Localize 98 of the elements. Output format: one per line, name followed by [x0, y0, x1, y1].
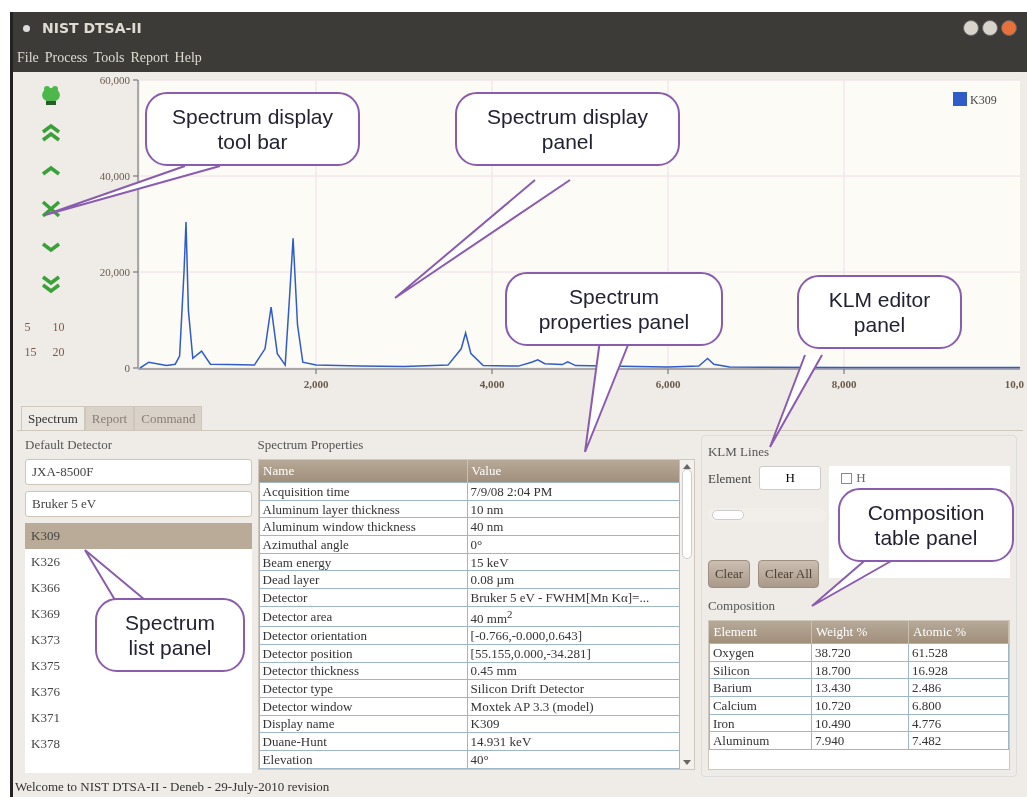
table-cell: Moxtek AP 3.3 (model) — [467, 697, 680, 716]
table-cell: 15 keV — [467, 553, 680, 571]
table-cell: 10 nm — [467, 500, 680, 518]
table-cell: K309 — [467, 715, 680, 733]
menu-item[interactable]: Tools — [93, 50, 125, 66]
element-label: Element — [707, 470, 752, 487]
spectrum-list-item[interactable]: K309 — [25, 523, 252, 549]
table-cell: 40 nm — [467, 517, 680, 536]
element-field[interactable]: H — [759, 466, 822, 490]
x-tick-label: 6,000 — [655, 378, 681, 390]
table-cell: Detector orientation — [259, 626, 468, 645]
table-cell: Calcium — [709, 696, 812, 715]
menu-item[interactable]: Report — [130, 50, 169, 66]
y-tick-label: 20,000 — [99, 266, 130, 278]
table-cell: 2.486 — [908, 678, 1009, 697]
table-cell: Display name — [259, 715, 468, 733]
table-cell: Iron — [709, 714, 812, 732]
table-cell: 40° — [467, 750, 680, 769]
table-cell: Oxygen — [709, 643, 812, 662]
table-cell: 0.08 µm — [467, 570, 680, 589]
menu-item[interactable]: Help — [174, 50, 202, 66]
scrollbar[interactable] — [707, 508, 826, 522]
detector-field[interactable]: Bruker 5 eV — [25, 491, 252, 517]
table-cell: Detector area — [259, 606, 468, 627]
table-cell: 7.940 — [811, 731, 909, 750]
callout-tooltip: KLM editor panel — [797, 275, 962, 350]
table-cell: 4.776 — [908, 714, 1009, 732]
table-cell: 10.720 — [811, 696, 909, 715]
table-cell: 7/9/08 2:04 PM — [467, 482, 680, 501]
table-cell: 10.490 — [811, 714, 909, 732]
close-button[interactable] — [1001, 20, 1017, 36]
menu-item[interactable]: Process — [44, 50, 88, 66]
table-cell: Aluminum window thickness — [259, 517, 468, 536]
callout-tooltip: Spectrum display panel — [455, 92, 680, 167]
table-cell: 40 mm$^{2}$ — [467, 606, 680, 627]
table-cell: Barium — [709, 678, 812, 697]
scale-button[interactable]: 5 — [24, 320, 49, 335]
table-cell: 38.720 — [811, 643, 909, 662]
table-cell: Detector — [259, 588, 468, 607]
y-tick-label: 60,000 — [99, 74, 130, 86]
group-title: Default Detector — [25, 437, 113, 453]
group-title: Composition — [707, 598, 777, 614]
table-cell: 14.931 keV — [467, 732, 680, 751]
table-cell: Detector thickness — [259, 662, 468, 680]
table-cell: 0° — [467, 535, 680, 554]
line-checkbox[interactable]: H — [841, 470, 998, 486]
table-cell: Aluminum — [709, 731, 812, 750]
x-tick-label: 8,000 — [831, 378, 857, 390]
spectrum-list-item[interactable]: K378 — [25, 731, 252, 757]
window-title: NIST DTSA-II — [42, 20, 142, 36]
callout-pointer — [84, 549, 146, 601]
minimize-button[interactable] — [963, 20, 979, 36]
scale-button[interactable]: 20 — [52, 345, 77, 360]
callout-tooltip: Spectrum display tool bar — [145, 92, 360, 167]
instrument-field[interactable]: JXA-8500F — [25, 459, 252, 485]
table-cell: Aluminum layer thickness — [259, 500, 468, 518]
table-cell: 6.800 — [908, 696, 1009, 715]
tab[interactable]: Spectrum — [21, 406, 85, 430]
y-tick-label: 0 — [124, 362, 130, 374]
spectrum-list-item[interactable]: K376 — [25, 679, 252, 705]
table-cell: 7.482 — [908, 731, 1009, 750]
table-cell: Beam energy — [259, 553, 468, 571]
maximize-button[interactable] — [982, 20, 998, 36]
table-cell: 61.528 — [908, 643, 1009, 662]
table-cell: 0.45 mm — [467, 662, 680, 680]
table-cell: [55.155,0.000,-34.281] — [467, 644, 680, 662]
group-title: KLM Lines — [707, 444, 770, 460]
table-cell: Duane-Hunt — [259, 732, 468, 751]
table-cell: 16.928 — [908, 661, 1009, 679]
table-cell: Elevation — [259, 750, 468, 769]
spectrum-list-item[interactable]: K371 — [25, 705, 252, 731]
table-cell: Bruker 5 eV - FWHM[Mn Kα]=... — [467, 588, 680, 607]
table-cell: [-0.766,-0.000,0.643] — [467, 626, 680, 645]
x-tick-label: 10,0 — [1004, 378, 1024, 390]
legend-label: K309 — [970, 93, 997, 107]
spectrum-list-item[interactable]: K326 — [25, 549, 252, 575]
menu-item[interactable]: File — [17, 50, 39, 66]
window-menu-icon[interactable] — [23, 24, 30, 32]
table-cell: Azimuthal angle — [259, 535, 468, 554]
table-cell: Silicon Drift Detector — [467, 679, 680, 698]
clear-button[interactable]: Clear All — [758, 560, 820, 588]
x-tick-label: 2,000 — [303, 378, 329, 390]
status-text: Welcome to NIST DTSA-II - Deneb - 29-July-2010 revision — [15, 779, 330, 795]
table-cell: 13.430 — [811, 678, 909, 697]
group-title: Spectrum Properties — [257, 437, 365, 453]
x-tick-label: 4,000 — [479, 378, 505, 390]
table-cell: Detector window — [259, 697, 468, 716]
table-cell: Detector position — [259, 644, 468, 662]
table-cell: Detector type — [259, 679, 468, 698]
clear-button[interactable]: Clear — [707, 560, 751, 588]
spectrum-list-item[interactable]: K366 — [25, 575, 252, 601]
table-cell: 18.700 — [811, 661, 909, 679]
table-cell: Dead layer — [259, 570, 468, 589]
scale-button[interactable]: 10 — [52, 320, 77, 335]
table-cell: Silicon — [709, 661, 812, 679]
y-tick-label: 40,000 — [99, 170, 130, 182]
table-cell: Acquisition time — [259, 482, 468, 501]
scale-button[interactable]: 15 — [24, 345, 49, 360]
